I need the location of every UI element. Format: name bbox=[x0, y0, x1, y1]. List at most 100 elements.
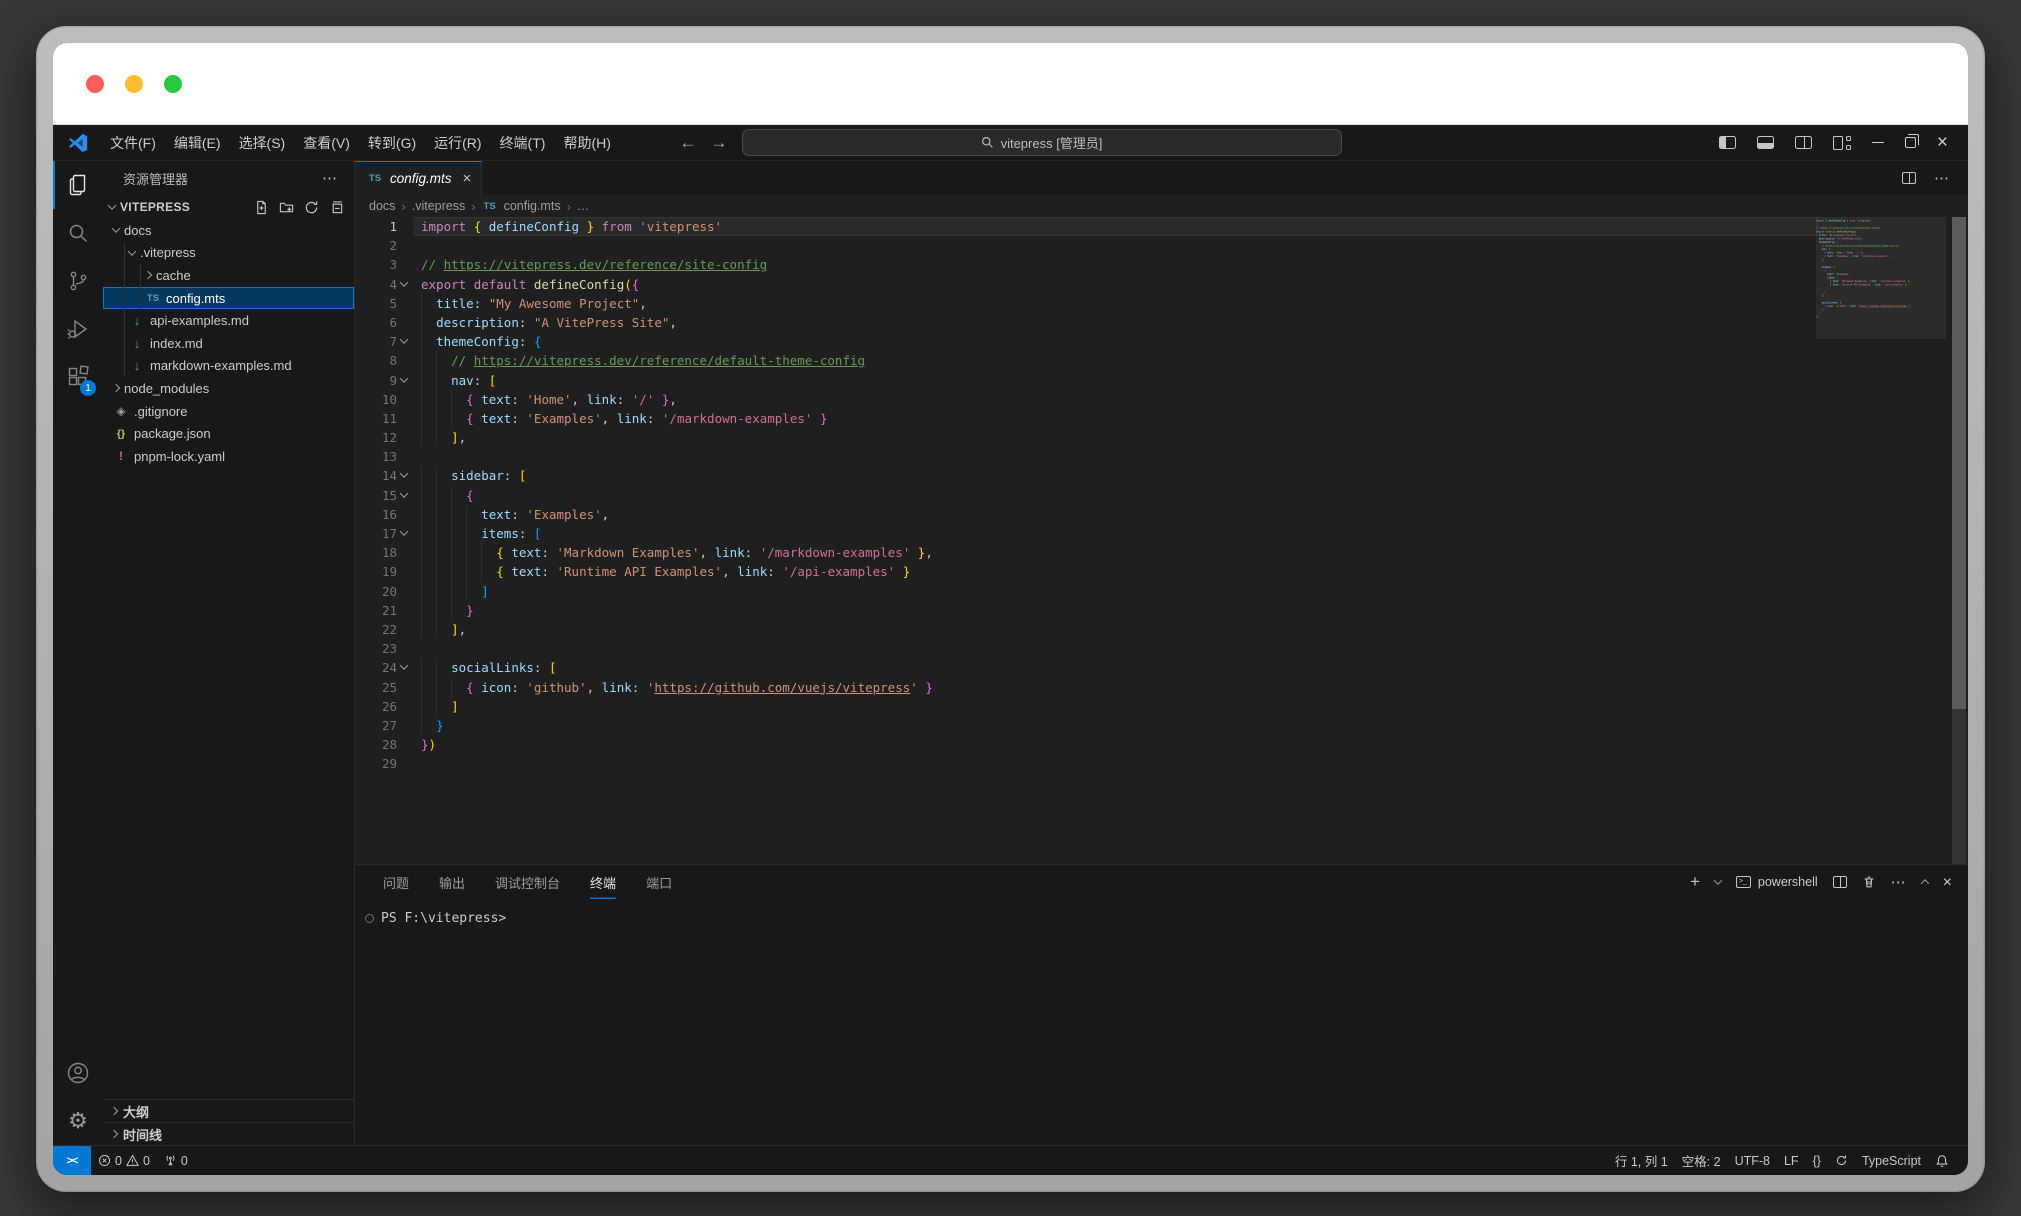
editor-more-actions-icon[interactable]: ⋯ bbox=[1934, 169, 1950, 187]
panel-tab-调试控制台[interactable]: 调试控制台 bbox=[495, 865, 560, 899]
line-number: 29 bbox=[355, 754, 397, 773]
explorer-section-header[interactable]: VITEPRESS bbox=[103, 195, 354, 219]
terminal-name[interactable]: powershell bbox=[1758, 875, 1818, 889]
terminal[interactable]: PS F:\vitepress> bbox=[355, 899, 1968, 926]
eol-sequence[interactable]: LF bbox=[1777, 1154, 1806, 1168]
nav-back-icon[interactable]: ← bbox=[680, 133, 697, 153]
minimap-slider[interactable] bbox=[1816, 217, 1946, 339]
menu-item[interactable]: 查看(V) bbox=[294, 135, 359, 151]
new-file-icon[interactable] bbox=[254, 200, 269, 215]
toggle-sidebar-icon[interactable] bbox=[1719, 136, 1736, 149]
command-center-search[interactable]: vitepress [管理员] bbox=[742, 129, 1342, 156]
tree-item-pnpm-lock.yaml[interactable]: !pnpm-lock.yaml bbox=[103, 445, 354, 468]
activitybar-extensions[interactable]: 1 bbox=[53, 353, 103, 401]
minimize-button[interactable] bbox=[1872, 142, 1884, 144]
code-line-23: 23 bbox=[355, 639, 1968, 658]
toggle-panel-icon[interactable] bbox=[1757, 136, 1774, 149]
traffic-minimize-button[interactable] bbox=[125, 75, 143, 93]
breadcrumb-item[interactable]: … bbox=[577, 199, 590, 213]
language-status-braces[interactable]: {} bbox=[1806, 1154, 1828, 1168]
code-line-11: 11 { text: 'Examples', link: '/markdown-… bbox=[355, 409, 1968, 428]
code-line-3: 3// https://vitepress.dev/reference/site… bbox=[355, 255, 1968, 274]
menu-item[interactable]: 文件(F) bbox=[101, 135, 165, 151]
panel-tab-终端[interactable]: 终端 bbox=[590, 865, 616, 899]
restore-button[interactable] bbox=[1905, 137, 1916, 148]
sidebar-section-大纲[interactable]: 大纲 bbox=[103, 1099, 354, 1122]
tree-item-.vitepress[interactable]: .vitepress bbox=[103, 242, 354, 265]
code-editor[interactable]: 1import { defineConfig } from 'vitepress… bbox=[355, 217, 1968, 864]
panel-tab-问题[interactable]: 问题 bbox=[383, 865, 409, 899]
close-button[interactable]: × bbox=[1937, 136, 1948, 149]
activitybar-run-debug[interactable] bbox=[53, 305, 103, 353]
code-line-12: 12 ], bbox=[355, 428, 1968, 447]
nav-forward-icon[interactable]: → bbox=[711, 133, 728, 153]
maximize-panel-icon[interactable] bbox=[1920, 879, 1928, 887]
terminal-dropdown-icon[interactable] bbox=[1714, 876, 1722, 884]
panel-tab-输出[interactable]: 输出 bbox=[439, 865, 465, 899]
activitybar-source-control[interactable] bbox=[53, 257, 103, 305]
toggle-secondary-sidebar-icon[interactable] bbox=[1795, 136, 1812, 149]
remote-indicator[interactable]: >< bbox=[53, 1146, 91, 1175]
activitybar-settings[interactable]: ⚙ bbox=[53, 1097, 103, 1145]
menu-item[interactable]: 编辑(E) bbox=[165, 135, 230, 151]
menu-item[interactable]: 终端(T) bbox=[491, 135, 555, 151]
sidebar-explorer: 资源管理器 ⋯ VITEPRESS bbox=[103, 161, 355, 1145]
trash-icon[interactable] bbox=[1862, 875, 1876, 889]
panel-tab-端口[interactable]: 端口 bbox=[646, 865, 672, 899]
sidebar-section-时间线[interactable]: 时间线 bbox=[103, 1122, 354, 1145]
notifications[interactable] bbox=[1928, 1154, 1956, 1168]
editor-scrollbar[interactable] bbox=[1952, 217, 1966, 864]
new-folder-icon[interactable] bbox=[279, 200, 294, 215]
menu-item[interactable]: 运行(R) bbox=[425, 135, 490, 151]
customize-layout-icon[interactable] bbox=[1833, 136, 1851, 150]
split-terminal-icon[interactable] bbox=[1833, 876, 1847, 888]
menu-item[interactable]: 帮助(H) bbox=[554, 135, 619, 151]
line-number: 2 bbox=[355, 236, 397, 255]
files-icon bbox=[67, 173, 91, 197]
panel-more-actions-icon[interactable]: ⋯ bbox=[1891, 873, 1907, 891]
breadcrumb-item[interactable]: config.mts bbox=[504, 199, 561, 213]
tree-item-index.md[interactable]: ↓index.md bbox=[103, 332, 354, 355]
menu-item[interactable]: 选择(S) bbox=[230, 135, 295, 151]
code-lines: 1import { defineConfig } from 'vitepress… bbox=[355, 217, 1968, 773]
tree-item-.gitignore[interactable]: ◈.gitignore bbox=[103, 400, 354, 423]
sync-status[interactable] bbox=[1828, 1154, 1855, 1167]
tree-item-cache[interactable]: cache bbox=[103, 264, 354, 287]
tree-item-config.mts[interactable]: TSconfig.mts bbox=[103, 287, 354, 310]
ports-status[interactable]: 0 bbox=[157, 1146, 195, 1175]
language-mode[interactable]: TypeScript bbox=[1855, 1154, 1928, 1168]
indentation[interactable]: 空格: 2 bbox=[1675, 1151, 1728, 1170]
refresh-icon[interactable] bbox=[304, 200, 319, 215]
sync-icon bbox=[1835, 1154, 1848, 1167]
debug-icon bbox=[66, 317, 90, 341]
collapse-all-icon[interactable] bbox=[329, 200, 344, 215]
code-line-21: 21 } bbox=[355, 601, 1968, 620]
traffic-close-button[interactable] bbox=[86, 75, 104, 93]
close-panel-icon[interactable]: × bbox=[1943, 876, 1952, 889]
breadcrumb-item[interactable]: .vitepress bbox=[412, 199, 466, 213]
tree-item-package.json[interactable]: {}package.json bbox=[103, 422, 354, 445]
cursor-position[interactable]: 行 1, 列 1 bbox=[1608, 1151, 1675, 1170]
tab-config-mts[interactable]: TS config.mts × bbox=[355, 161, 482, 195]
tree-item-api-examples.md[interactable]: ↓api-examples.md bbox=[103, 309, 354, 332]
tree-item-node_modules[interactable]: node_modules bbox=[103, 377, 354, 400]
activitybar-explorer[interactable] bbox=[53, 161, 103, 209]
tab-close-icon[interactable]: × bbox=[463, 170, 472, 187]
vscode-logo-icon bbox=[67, 132, 89, 154]
menu-item[interactable]: 转到(G) bbox=[359, 135, 425, 151]
breadcrumb-item[interactable]: docs bbox=[369, 199, 395, 213]
radio-tower-icon bbox=[164, 1154, 177, 1167]
activitybar-search[interactable] bbox=[53, 209, 103, 257]
activitybar-account[interactable] bbox=[53, 1049, 103, 1097]
tree-item-docs[interactable]: docs bbox=[103, 219, 354, 242]
encoding[interactable]: UTF-8 bbox=[1728, 1154, 1777, 1168]
code-line-10: 10 { text: 'Home', link: '/' }, bbox=[355, 390, 1968, 409]
split-editor-icon[interactable] bbox=[1902, 172, 1916, 184]
traffic-zoom-button[interactable] bbox=[164, 75, 182, 93]
problems-status[interactable]: 0 0 bbox=[91, 1146, 157, 1175]
code-line-8: 8 // https://vitepress.dev/reference/def… bbox=[355, 351, 1968, 370]
sidebar-bottom-sections: 大纲时间线 bbox=[103, 1099, 354, 1145]
explorer-more-actions-icon[interactable]: ⋯ bbox=[322, 169, 338, 187]
tree-item-markdown-examples.md[interactable]: ↓markdown-examples.md bbox=[103, 355, 354, 378]
new-terminal-icon[interactable]: + bbox=[1690, 875, 1700, 889]
